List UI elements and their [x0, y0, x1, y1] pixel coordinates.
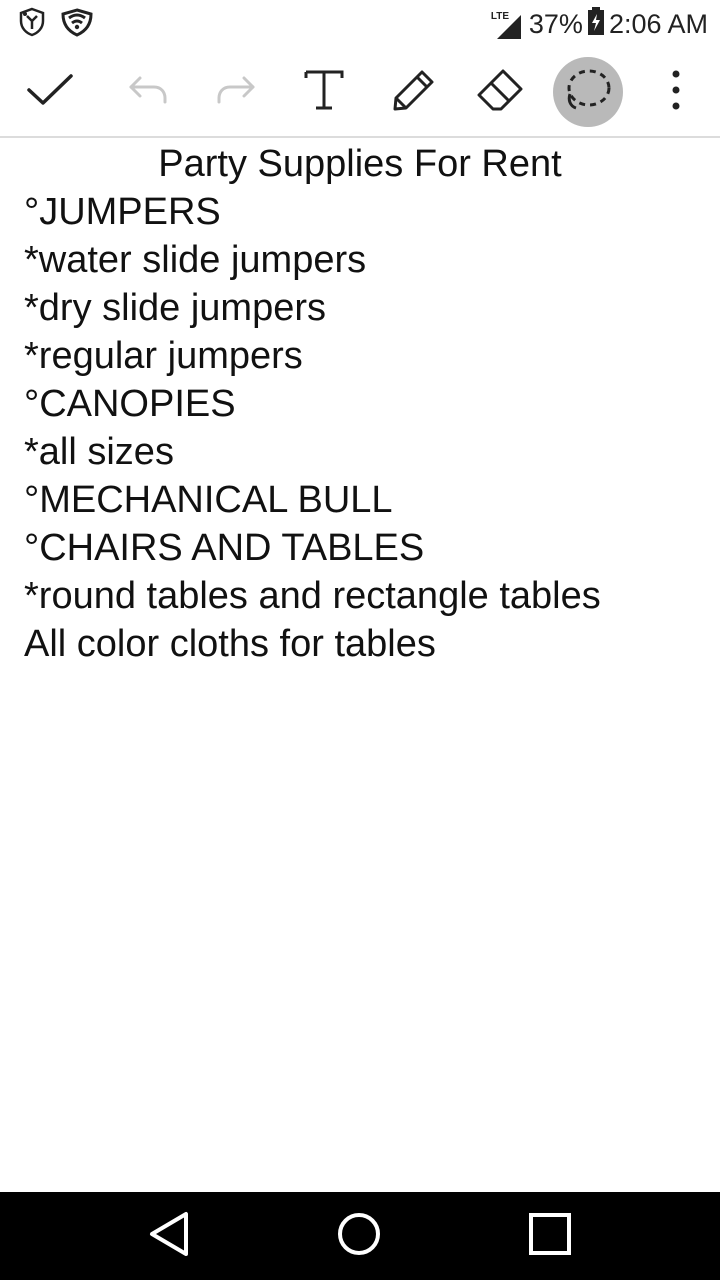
text-tool-button[interactable] [292, 60, 356, 124]
status-bar: LTE 37% 2:06 AM [0, 0, 720, 48]
lasso-select-icon [564, 68, 612, 117]
back-button[interactable] [140, 1206, 200, 1266]
redo-icon [214, 72, 258, 113]
note-line: °JUMPERS [24, 191, 221, 233]
navigation-bar [0, 1192, 720, 1280]
note-line: *water slide jumpers [24, 239, 367, 281]
note-line: °CANOPIES [24, 383, 236, 425]
pencil-icon [391, 67, 437, 118]
note-line: °CHAIRS AND TABLES [24, 527, 425, 569]
shield-icon [16, 6, 48, 43]
recents-icon [528, 1212, 572, 1261]
lasso-select-button[interactable] [553, 57, 623, 127]
checkmark-icon [25, 70, 75, 115]
undo-icon [126, 72, 170, 113]
note-line: *all sizes [24, 431, 174, 473]
cell-signal-icon: LTE [491, 9, 525, 41]
eraser-icon [475, 67, 525, 118]
clock: 2:06 AM [608, 9, 708, 39]
text-icon [302, 68, 346, 117]
home-icon [336, 1211, 382, 1262]
redo-button[interactable] [204, 60, 268, 124]
back-icon [148, 1210, 192, 1263]
note-line: All color cloths for tables [24, 623, 436, 665]
note-title: Party Supplies For Rent [158, 143, 562, 185]
undo-button[interactable] [116, 60, 180, 124]
recents-button[interactable] [520, 1206, 580, 1266]
wifi-icon [60, 6, 94, 43]
editor-toolbar [0, 48, 720, 138]
note-line: *round tables and rectangle tables [24, 575, 601, 617]
more-options-button[interactable] [644, 60, 708, 124]
note-line: *regular jumpers [24, 335, 303, 377]
note-canvas[interactable]: Party Supplies For Rent °JUMPERS *water … [24, 140, 696, 668]
eraser-tool-button[interactable] [468, 60, 532, 124]
note-line: °MECHANICAL BULL [24, 479, 393, 521]
note-line: *dry slide jumpers [24, 287, 326, 329]
status-left [16, 6, 94, 43]
more-vert-icon [670, 68, 682, 117]
battery-percent: 37% [528, 9, 583, 39]
pen-tool-button[interactable] [382, 60, 446, 124]
status-right: LTE 37% 2:06 AM [491, 6, 708, 43]
home-button[interactable] [329, 1206, 389, 1266]
done-button[interactable] [18, 60, 82, 124]
battery-charging-icon [587, 6, 605, 43]
screen: LTE 37% 2:06 AM Party Supplies For Rent … [0, 0, 720, 1280]
